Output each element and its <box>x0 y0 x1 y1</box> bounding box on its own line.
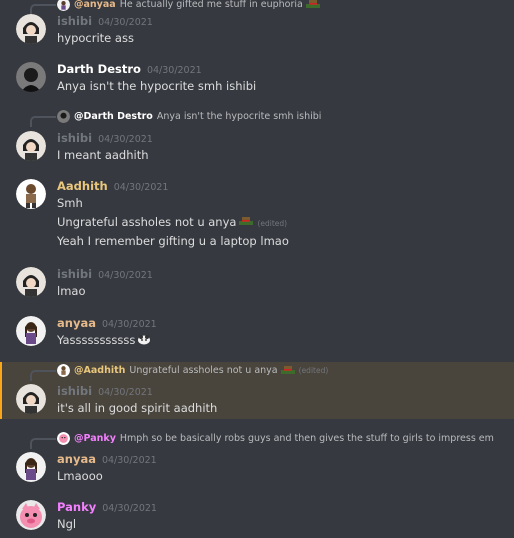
message-author[interactable]: ishibi 04/30/2021 <box>57 267 153 281</box>
edited-label: (edited) <box>298 366 329 375</box>
reply-preview[interactable]: @anyaa He actually gifted me stuff in eu… <box>30 0 321 15</box>
avatar[interactable] <box>16 14 46 44</box>
reply-text[interactable]: Ungrateful assholes not u anya <box>129 365 277 376</box>
message-timestamp: 04/30/2021 <box>98 134 153 145</box>
reply-spine <box>30 116 56 127</box>
reply-preview[interactable]: @Panky Hmph so be basically robs guys an… <box>30 432 494 449</box>
hat-emoji-icon <box>305 0 321 10</box>
message-timestamp: 04/30/2021 <box>98 387 153 398</box>
avatar[interactable] <box>16 500 46 530</box>
message-author[interactable]: Aadhith 04/30/2021 <box>57 179 168 193</box>
reply-avatar <box>57 110 70 123</box>
message-text: Smh <box>57 196 83 210</box>
author-name[interactable]: Aadhith <box>57 179 108 193</box>
reply-text[interactable]: Hmph so be basically robs guys and then … <box>120 433 494 444</box>
dog-emoji-icon <box>137 333 151 345</box>
message-author[interactable]: ishibi 04/30/2021 <box>57 384 153 398</box>
author-name[interactable]: Darth Destro <box>57 62 141 76</box>
message-timestamp: 04/30/2021 <box>113 182 169 193</box>
avatar[interactable] <box>16 384 46 414</box>
message-timestamp: 04/30/2021 <box>101 319 157 330</box>
message-item: Darth Destro 04/30/2021 Anya isn't the hy… <box>0 60 514 100</box>
message-text: Ngl <box>57 517 77 531</box>
chat-message-list: @anyaa He actually gifted me stuff in eu… <box>0 0 514 531</box>
avatar[interactable] <box>16 267 46 297</box>
reply-avatar <box>57 432 70 445</box>
message-text: it's all in good spirit aadhith <box>57 401 218 415</box>
message-timestamp: 04/30/2021 <box>98 17 153 28</box>
avatar[interactable] <box>16 316 46 346</box>
message-item: anyaa 04/30/2021 Yasssssssssss <box>0 313 514 355</box>
message-text: I meant aadhith <box>57 148 149 162</box>
message-item: ishibi 04/30/2021 lmao <box>0 264 514 306</box>
author-name[interactable]: anyaa <box>57 452 96 466</box>
message-text: Yeah I remember gifting u a laptop lmao <box>57 234 289 248</box>
message-item-mentioned: @Aadhith Ungrateful assholes not u anya … <box>0 362 514 419</box>
message-text: lmao <box>57 284 86 298</box>
reply-spine <box>30 370 56 381</box>
reply-author[interactable]: @Panky <box>74 433 116 444</box>
avatar[interactable] <box>16 179 46 209</box>
hat-emoji-icon <box>280 365 296 376</box>
reply-text[interactable]: He actually gifted me stuff in euphoria <box>120 0 303 10</box>
message-text-content: Yasssssssssss <box>57 333 136 347</box>
message-author[interactable]: ishibi 04/30/2021 <box>57 131 153 145</box>
hat-emoji-icon <box>238 216 254 227</box>
reply-avatar <box>57 0 70 11</box>
author-name[interactable]: anyaa <box>57 316 96 330</box>
avatar[interactable] <box>16 62 46 92</box>
reply-author[interactable]: @Aadhith <box>74 365 125 376</box>
reply-text[interactable]: Anya isn't the hypocrite smh ishibi <box>157 111 322 122</box>
message-text-content: Ungrateful assholes not u anya <box>57 215 237 229</box>
author-name[interactable]: Panky <box>57 500 96 514</box>
message-timestamp: 04/30/2021 <box>101 455 157 466</box>
author-name[interactable]: ishibi <box>57 267 92 281</box>
avatar[interactable] <box>16 131 46 161</box>
author-name[interactable]: ishibi <box>57 384 92 398</box>
author-name[interactable]: ishibi <box>57 14 92 28</box>
message-text: Anya isn't the hypocrite smh ishibi <box>57 79 257 93</box>
avatar[interactable] <box>16 452 46 482</box>
message-item: Panky 04/30/2021 Ngl <box>0 498 514 538</box>
message-author[interactable]: anyaa 04/30/2021 <box>57 452 157 466</box>
reply-author[interactable]: @anyaa <box>74 0 116 10</box>
message-author[interactable]: Panky 04/30/2021 <box>57 500 157 514</box>
message-text: Ungrateful assholes not u anya (edited) <box>57 215 287 229</box>
message-item: @Panky Hmph so be basically robs guys an… <box>0 430 514 490</box>
reply-avatar <box>57 364 70 377</box>
message-author[interactable]: anyaa 04/30/2021 <box>57 316 157 330</box>
message-timestamp: 04/30/2021 <box>102 503 157 514</box>
message-item: @Darth Destro Anya isn't the hypocrite s… <box>0 108 514 168</box>
edited-label: (edited) <box>257 219 288 228</box>
reply-preview[interactable]: @Aadhith Ungrateful assholes not u anya … <box>30 364 329 381</box>
message-item: Aadhith 04/30/2021 Smh Ungrateful asshole… <box>0 176 514 256</box>
message-timestamp: 04/30/2021 <box>98 270 153 281</box>
reply-author[interactable]: @Darth Destro <box>74 111 153 122</box>
message-timestamp: 04/30/2021 <box>146 65 202 76</box>
message-author[interactable]: Darth Destro 04/30/2021 <box>57 62 202 76</box>
reply-spine <box>30 438 56 449</box>
message-author[interactable]: ishibi 04/30/2021 <box>57 14 153 28</box>
reply-preview[interactable]: @Darth Destro Anya isn't the hypocrite s… <box>30 110 322 127</box>
message-text: Lmaooo <box>57 469 103 483</box>
message-text: Yasssssssssss <box>57 333 151 347</box>
message-text: hypocrite ass <box>57 31 134 45</box>
message-item: @anyaa He actually gifted me stuff in eu… <box>0 0 514 52</box>
author-name[interactable]: ishibi <box>57 131 92 145</box>
